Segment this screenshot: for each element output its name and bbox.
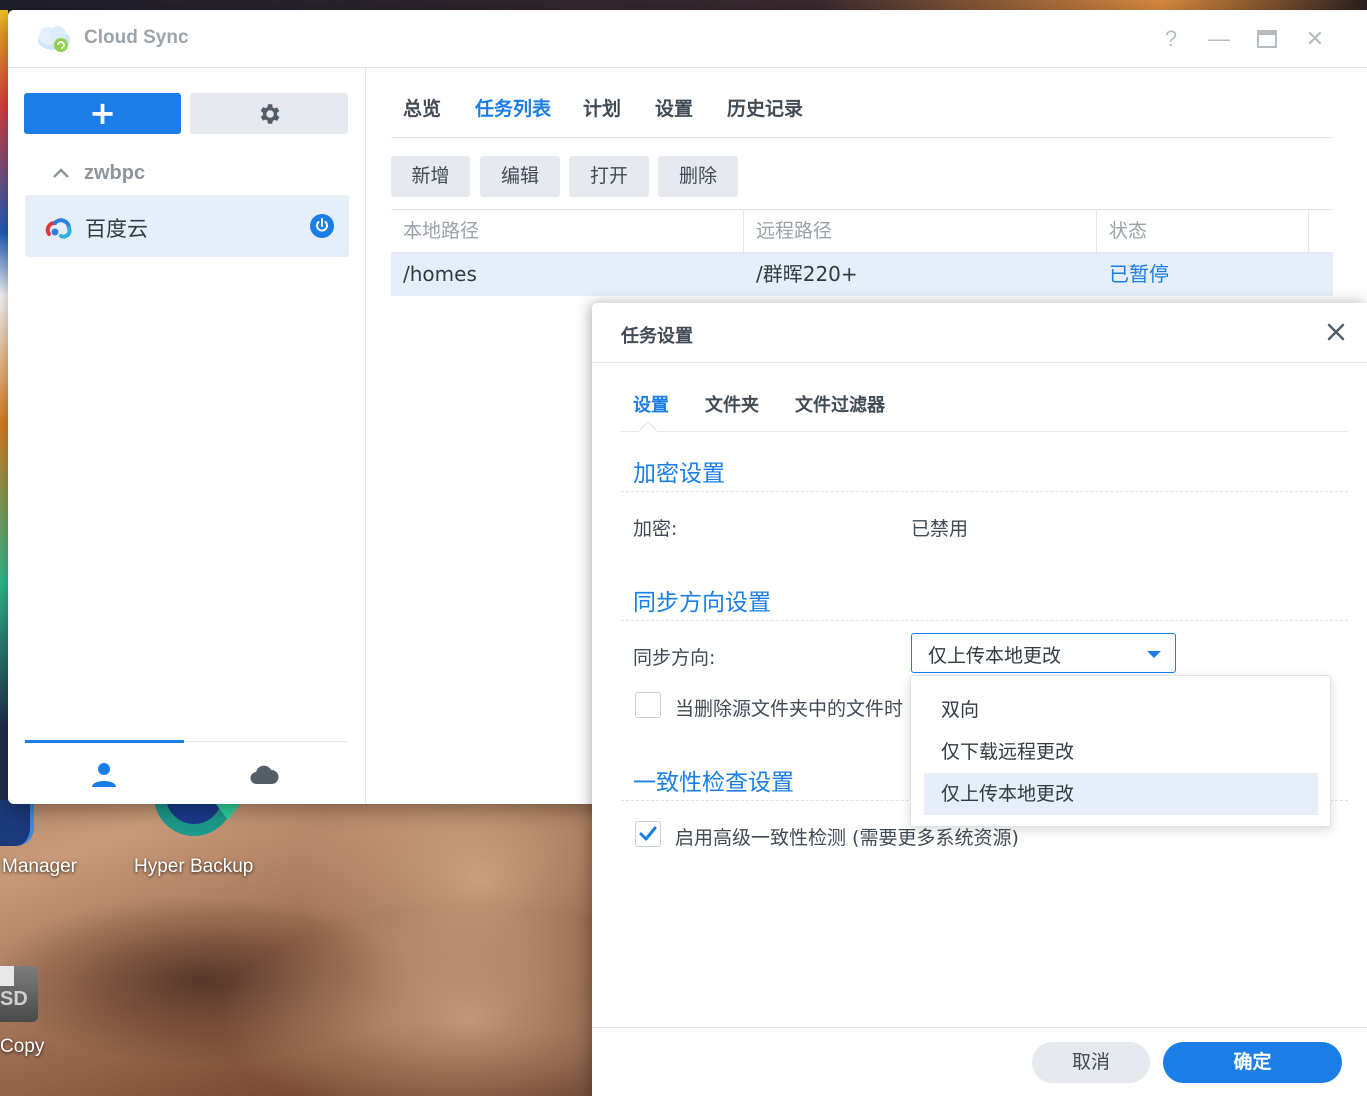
encryption-section-title: 加密设置 bbox=[633, 461, 725, 487]
tab-schedule[interactable]: 计划 bbox=[583, 94, 621, 121]
cloud-sync-icon bbox=[38, 26, 70, 52]
sidebar-tab-indicator bbox=[25, 740, 184, 743]
help-icon[interactable]: ? bbox=[1158, 26, 1184, 52]
tab-task-list[interactable]: 任务列表 bbox=[475, 94, 551, 121]
edit-task-button[interactable]: 编辑 bbox=[480, 156, 560, 197]
chevron-down-icon bbox=[1147, 651, 1161, 658]
power-icon[interactable] bbox=[310, 214, 334, 238]
sync-direction-label: 同步方向: bbox=[633, 647, 716, 669]
tab-overview[interactable]: 总览 bbox=[403, 94, 441, 121]
sync-direction-selected: 仅上传本地更改 bbox=[928, 645, 1062, 667]
desktop-label-manager[interactable]: Manager bbox=[2, 856, 77, 878]
encryption-value: 已禁用 bbox=[911, 518, 969, 540]
active-tab-caret bbox=[638, 421, 658, 441]
section-divider bbox=[621, 620, 1348, 621]
maximize-icon[interactable] bbox=[1254, 26, 1280, 52]
baidu-cloud-logo-icon bbox=[45, 218, 72, 239]
advanced-consistency-label[interactable]: 启用高级一致性检测 (需要更多系统资源) bbox=[675, 823, 1019, 850]
add-task-button[interactable]: 新增 bbox=[391, 156, 470, 197]
table-row[interactable]: /homes /群晖220+ 已暂停 bbox=[391, 253, 1333, 296]
task-grid-header: 本地路径 远程路径 状态 bbox=[391, 209, 1333, 253]
dialog-footer: 取消 确定 bbox=[592, 1027, 1367, 1096]
delete-task-button[interactable]: 删除 bbox=[658, 156, 738, 197]
sync-direction-section-title: 同步方向设置 bbox=[633, 590, 771, 616]
tab-settings[interactable]: 设置 bbox=[655, 94, 693, 121]
dropdown-option-upload-only[interactable]: 仅上传本地更改 bbox=[924, 773, 1318, 815]
close-icon[interactable] bbox=[1324, 320, 1348, 344]
cell-status: 已暂停 bbox=[1109, 262, 1169, 286]
storage-manager-icon[interactable] bbox=[0, 800, 34, 846]
user-icon[interactable] bbox=[89, 760, 119, 790]
dialog-tab-settings[interactable]: 设置 bbox=[633, 391, 669, 417]
main-tab-bar: 总览 任务列表 计划 设置 历史记录 bbox=[391, 94, 1333, 138]
sidebar: + zwbpc 百度云 bbox=[8, 68, 366, 804]
cloud-icon[interactable] bbox=[249, 760, 279, 790]
consistency-section-title: 一致性检查设置 bbox=[633, 770, 794, 796]
cancel-button[interactable]: 取消 bbox=[1032, 1042, 1150, 1083]
column-local-path[interactable]: 本地路径 bbox=[391, 210, 744, 252]
advanced-consistency-checkbox[interactable] bbox=[635, 821, 661, 847]
dialog-header[interactable]: 任务设置 bbox=[592, 303, 1367, 363]
cell-remote-path: /群晖220+ bbox=[756, 262, 858, 286]
minimize-icon[interactable]: — bbox=[1206, 26, 1232, 52]
open-task-button[interactable]: 打开 bbox=[569, 156, 649, 197]
cell-local-path: /homes bbox=[403, 262, 477, 286]
delete-sync-checkbox-label[interactable]: 当删除源文件夹中的文件时 bbox=[675, 694, 903, 721]
sync-direction-dropdown: 双向 仅下载远程更改 仅上传本地更改 bbox=[910, 675, 1331, 827]
dropdown-option-two-way[interactable]: 双向 bbox=[924, 689, 1318, 731]
task-settings-dialog: 任务设置 设置 文件夹 文件过滤器 加密设置 加密: 已禁用 同步方向设置 同步… bbox=[592, 303, 1367, 1096]
checkmark-icon bbox=[639, 826, 657, 841]
chevron-up-icon bbox=[53, 168, 69, 178]
dialog-title: 任务设置 bbox=[621, 326, 693, 347]
dialog-tab-file-filter[interactable]: 文件过滤器 bbox=[795, 391, 885, 417]
dialog-tab-folders[interactable]: 文件夹 bbox=[705, 391, 759, 417]
connection-item-baidu[interactable]: 百度云 bbox=[25, 195, 349, 257]
desktop-wallpaper-strip bbox=[0, 0, 1367, 10]
close-icon[interactable]: ✕ bbox=[1302, 26, 1328, 52]
connection-name: 百度云 bbox=[85, 217, 148, 241]
section-divider bbox=[621, 491, 1348, 492]
dropdown-option-download-only[interactable]: 仅下载远程更改 bbox=[924, 731, 1318, 773]
settings-button[interactable] bbox=[190, 93, 348, 134]
column-status[interactable]: 状态 bbox=[1097, 210, 1309, 252]
dialog-tab-bar: 设置 文件夹 文件过滤器 bbox=[621, 391, 1348, 441]
desktop-label-hyper-backup[interactable]: Hyper Backup bbox=[134, 856, 253, 878]
sidebar-view-tabs bbox=[25, 740, 347, 804]
column-remote-path[interactable]: 远程路径 bbox=[744, 210, 1097, 252]
desktop-label-copy[interactable]: Copy bbox=[0, 1036, 44, 1058]
encryption-label: 加密: bbox=[633, 518, 678, 540]
connection-group-name: zwbpc bbox=[84, 161, 146, 184]
connection-group-header[interactable]: zwbpc bbox=[48, 160, 145, 186]
delete-sync-checkbox[interactable] bbox=[635, 692, 661, 718]
window-titlebar[interactable]: Cloud Sync ? — ✕ bbox=[8, 10, 1367, 68]
window-title: Cloud Sync bbox=[84, 27, 189, 48]
usb-copy-icon[interactable]: SD bbox=[0, 966, 38, 1022]
desktop-app-icons-edge bbox=[0, 10, 8, 805]
sync-direction-select[interactable]: 仅上传本地更改 bbox=[911, 633, 1176, 673]
tab-history[interactable]: 历史记录 bbox=[727, 94, 803, 121]
add-connection-button[interactable]: + bbox=[24, 93, 181, 134]
ok-button[interactable]: 确定 bbox=[1163, 1042, 1342, 1083]
gear-icon bbox=[260, 104, 280, 124]
usb-copy-icon-text: SD bbox=[0, 988, 28, 1010]
